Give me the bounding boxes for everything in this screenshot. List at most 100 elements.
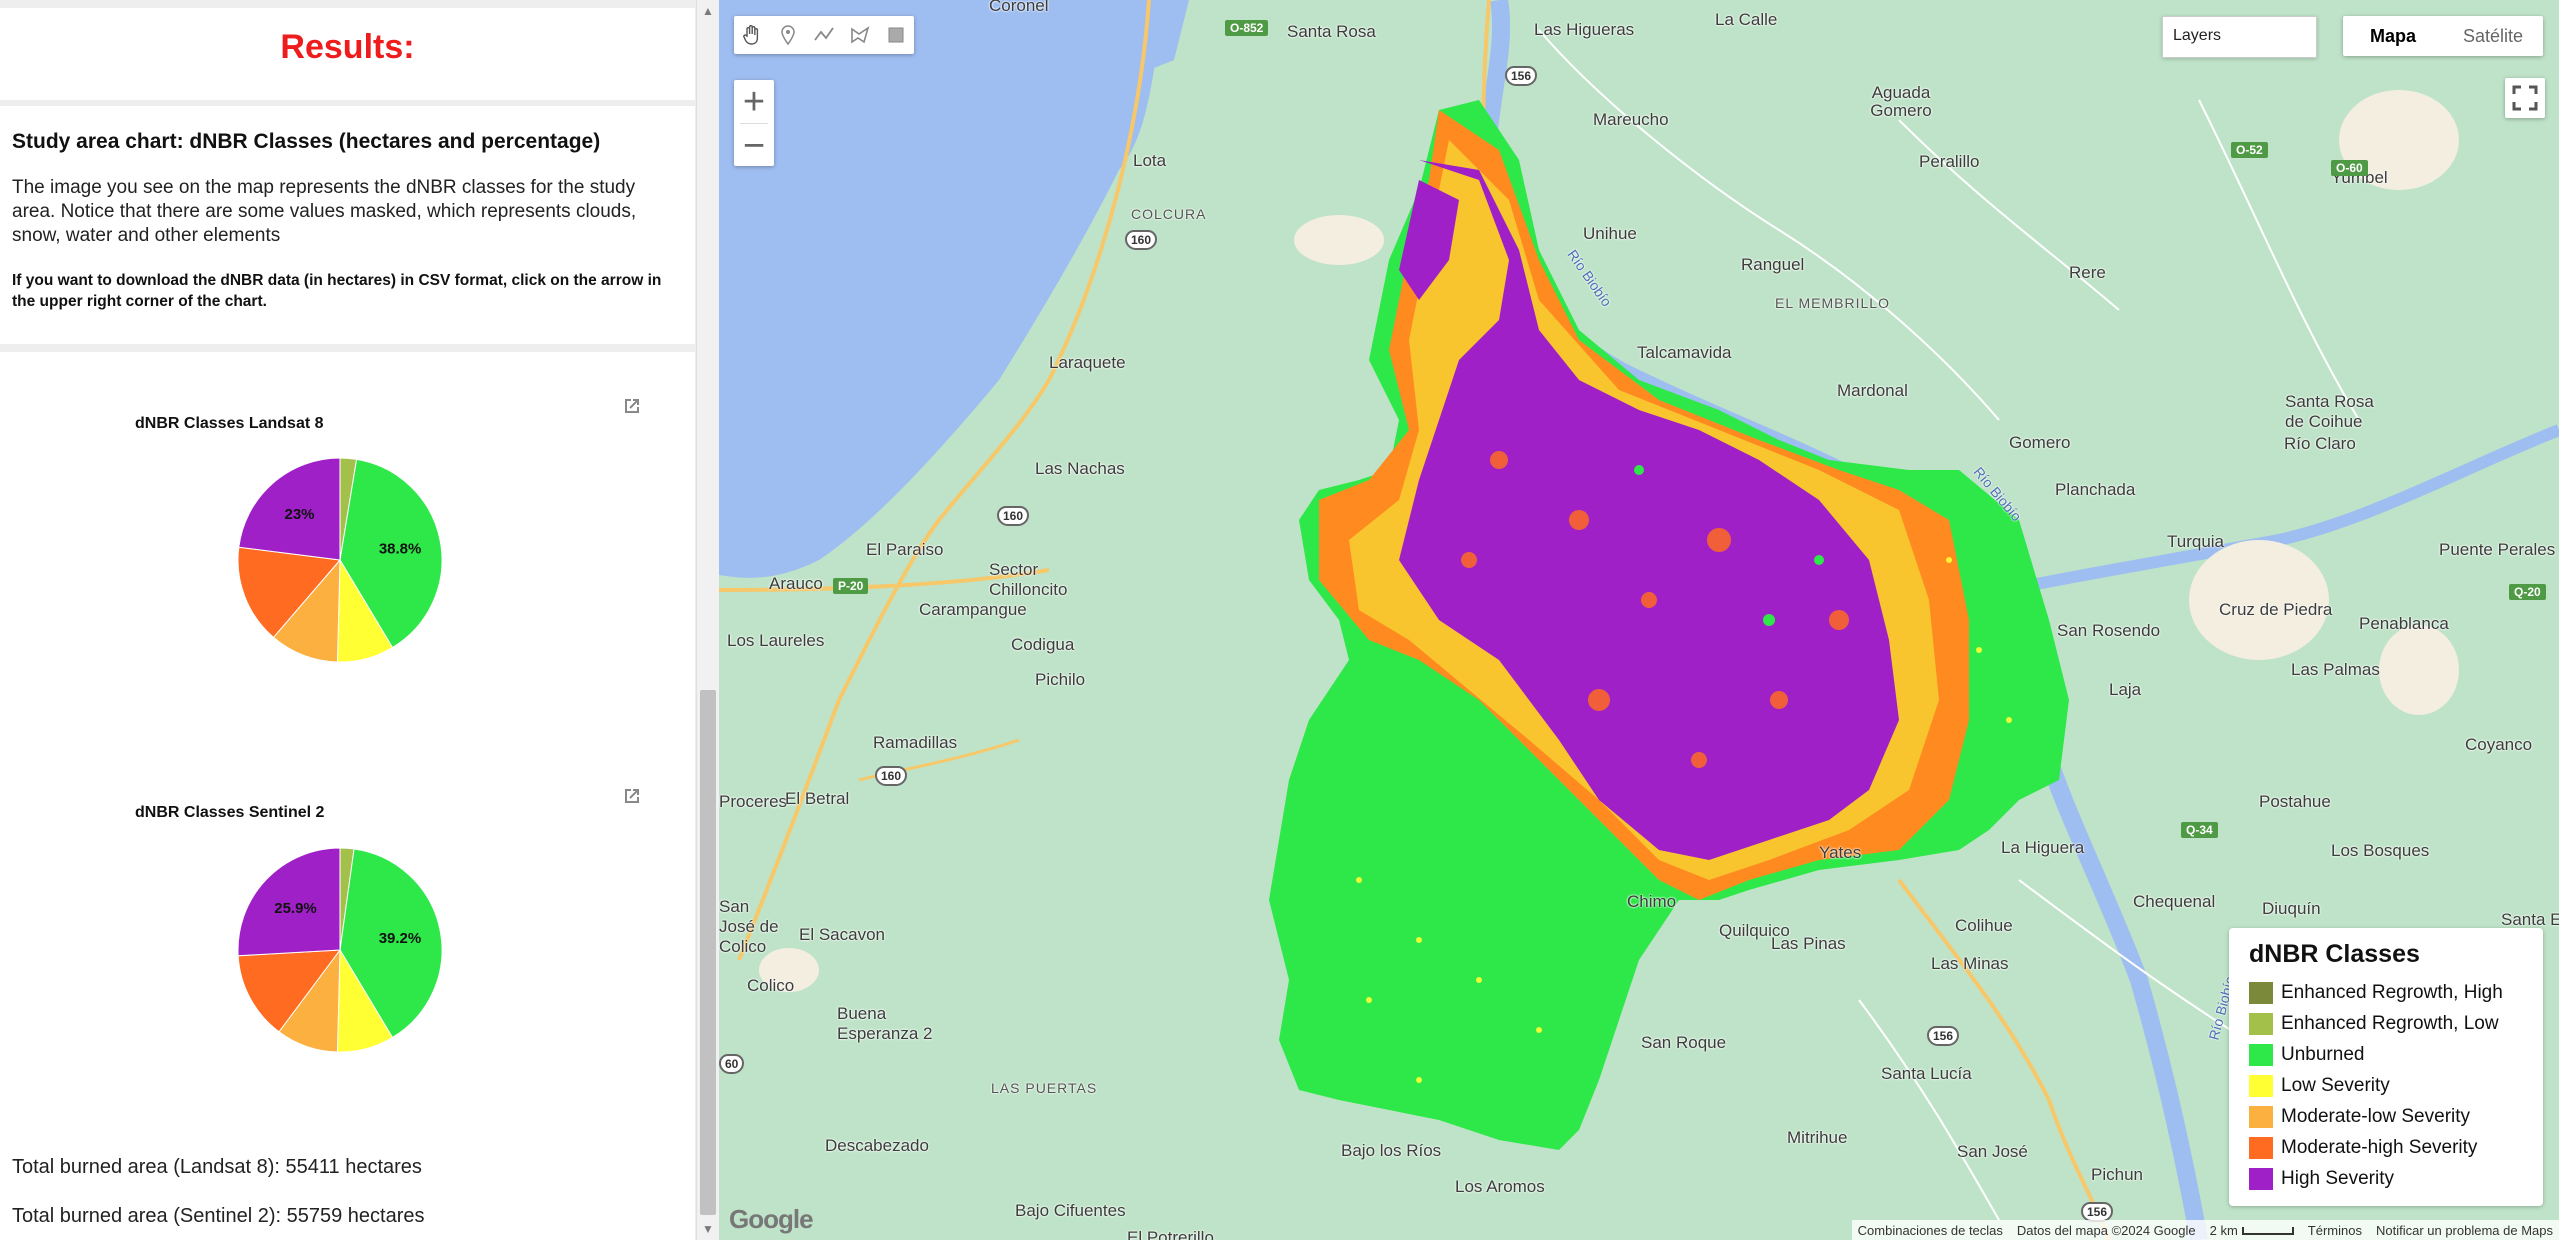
place-label: Aguada Gomero — [1870, 83, 1932, 120]
zoom-out-button[interactable]: − — [734, 124, 774, 167]
pie-data-label: 39.2% — [379, 930, 422, 947]
keyboard-shortcuts-link[interactable]: Combinaciones de teclas — [1858, 1223, 2003, 1238]
highway-badge: P-20 — [833, 578, 869, 594]
place-label: Ramadillas — [873, 733, 958, 752]
route-shield: 60 — [719, 1054, 745, 1074]
place-label: Santa Lucía — [1881, 1064, 1972, 1083]
terms-link[interactable]: Términos — [2308, 1223, 2362, 1238]
study-description-card: Study area chart: dNBR Classes (hectares… — [0, 106, 695, 344]
place-label: El Betral — [785, 789, 850, 808]
open-chart-landsat-icon[interactable] — [620, 394, 644, 418]
pie-data-label: 23% — [285, 506, 315, 523]
total-burned-sentinel: Total burned area (Sentinel 2): 55759 he… — [12, 1205, 425, 1227]
place-label: LAS PUERTAS — [991, 1080, 1098, 1096]
results-title: Results: — [280, 28, 415, 66]
draw-line-icon[interactable] — [806, 16, 842, 54]
zoom-control: + − — [734, 80, 774, 166]
legend-swatch — [2249, 1043, 2273, 1066]
place-label: Las Higueras — [1534, 20, 1635, 39]
place-label: Chimo — [1627, 892, 1677, 911]
legend-swatch — [2249, 1074, 2273, 1097]
place-label: Talcamavida — [1637, 343, 1732, 362]
draw-rectangle-icon[interactable] — [878, 16, 914, 54]
place-label: Peralillo — [1919, 152, 1980, 171]
scroll-down-arrow-icon[interactable]: ▼ — [697, 1218, 719, 1240]
place-label: La Calle — [1715, 10, 1778, 29]
route-shield: 160 — [1125, 230, 1158, 250]
legend-swatch — [2249, 981, 2273, 1004]
route-shield: 156 — [1505, 66, 1538, 86]
place-label: Diuquín — [2262, 899, 2321, 918]
draw-point-icon[interactable] — [770, 16, 806, 54]
place-label: EL MEMBRILLO — [1775, 295, 1890, 311]
scale-label: 2 km — [2209, 1222, 2238, 1238]
place-label: Ranguel — [1741, 255, 1805, 274]
map-attribution: Combinaciones de teclas Datos del mapa ©… — [1851, 1220, 2559, 1240]
route-shield: 160 — [875, 766, 908, 786]
report-problem-link[interactable]: Notificar un problema de Maps — [2376, 1223, 2553, 1238]
place-label: San José de Colico — [719, 897, 779, 956]
place-label: Las Nachas — [1035, 459, 1125, 478]
place-label: Carampangue — [919, 600, 1027, 619]
legend-item: Moderate-low Severity — [2249, 1101, 2523, 1132]
panel-scrollbar[interactable]: ▲ ▼ — [696, 0, 719, 1240]
fullscreen-icon[interactable] — [2505, 78, 2545, 118]
place-label: Yates — [1819, 843, 1862, 862]
place-label: Laraquete — [1049, 353, 1126, 372]
pie-data-label: 38.8% — [379, 541, 422, 558]
route-shield: 160 — [997, 506, 1030, 526]
layers-dropdown[interactable]: Layers — [2162, 16, 2317, 58]
place-label: Chequenal — [2133, 892, 2216, 911]
place-label: El Sacavon — [799, 925, 885, 944]
highway-badge: O-852 — [1225, 20, 1269, 36]
study-description: The image you see on the map represents … — [12, 177, 637, 246]
place-label: Santa Rosa de Coihue — [2285, 392, 2374, 431]
place-label: Planchada — [2055, 480, 2136, 499]
place-label: Colihue — [1955, 916, 2013, 935]
total-burned-landsat: Total burned area (Landsat 8): 55411 hec… — [12, 1156, 422, 1178]
legend-label: Moderate-low Severity — [2281, 1105, 2471, 1127]
place-label: Los Bosques — [2331, 841, 2430, 860]
results-panel: Results: Study area chart: dNBR Classes … — [0, 0, 696, 1240]
place-label: Postahue — [2259, 792, 2331, 811]
place-label: San José — [1957, 1142, 2028, 1161]
legend-label: Moderate-high Severity — [2281, 1136, 2478, 1158]
place-label: Bajo los Ríos — [1341, 1141, 1442, 1160]
zoom-in-button[interactable]: + — [734, 80, 774, 123]
route-shield: 156 — [1927, 1026, 1960, 1046]
legend-label: Enhanced Regrowth, Low — [2281, 1012, 2499, 1034]
map-canvas[interactable]: Coronel Santa Rosa Las Higueras La Calle… — [719, 0, 2559, 1240]
place-label: Las Pinas — [1771, 934, 1846, 953]
map-type-control: Mapa Satélite — [2343, 16, 2543, 56]
legend-item: Enhanced Regrowth, Low — [2249, 1008, 2523, 1039]
place-label: Río Claro — [2284, 434, 2356, 453]
map-type-satellite-button[interactable]: Satélite — [2443, 16, 2543, 56]
place-label: El Potrerillo — [1127, 1228, 1214, 1240]
place-label: Arauco — [769, 574, 823, 593]
place-label: Buena Esperanza 2 — [837, 1004, 933, 1043]
results-card: Results: — [0, 8, 695, 100]
place-label: Las Palmas — [2291, 660, 2380, 679]
legend-item: Low Severity — [2249, 1070, 2523, 1101]
place-label: San Roque — [1641, 1033, 1727, 1052]
highway-badge: O-52 — [2231, 142, 2268, 158]
place-label: Cruz de Piedra — [2219, 600, 2333, 619]
map-data-text: Datos del mapa ©2024 Google — [2016, 1222, 2196, 1238]
chart-title-sentinel: dNBR Classes Sentinel 2 — [135, 804, 325, 821]
place-label: La Higuera — [2001, 838, 2085, 857]
legend-label: Unburned — [2281, 1043, 2365, 1065]
scale-control[interactable]: 2 km — [2210, 1223, 2294, 1238]
place-label: San Rosendo — [2057, 621, 2161, 640]
scroll-up-arrow-icon[interactable]: ▲ — [697, 0, 719, 22]
place-label: Descabezado — [825, 1136, 929, 1155]
place-label: Laja — [2109, 680, 2142, 699]
open-chart-sentinel-icon[interactable] — [620, 784, 644, 808]
scroll-thumb[interactable] — [700, 690, 716, 1215]
place-label: Rere — [2069, 263, 2106, 282]
pie-data-label: 25.9% — [274, 900, 317, 917]
draw-polygon-icon[interactable] — [842, 16, 878, 54]
pan-hand-icon[interactable] — [734, 16, 770, 54]
place-label: Mitrihue — [1787, 1128, 1848, 1147]
legend-swatch — [2249, 1167, 2273, 1190]
map-type-map-button[interactable]: Mapa — [2343, 16, 2443, 56]
